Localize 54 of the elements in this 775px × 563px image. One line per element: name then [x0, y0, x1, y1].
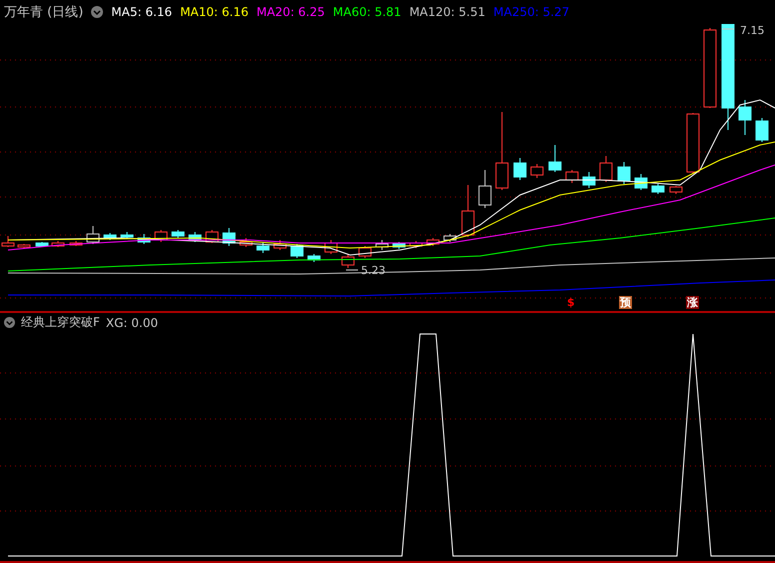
moving-average-value: MA120: 5.51 [409, 4, 486, 19]
candlestick [358, 245, 372, 258]
candlestick [652, 183, 664, 194]
candlestick [36, 241, 48, 248]
candlestick [240, 237, 252, 248]
candlestick [566, 169, 578, 184]
candlestick [154, 229, 168, 242]
leader-line [346, 269, 358, 270]
candlestick [376, 239, 388, 250]
dropdown-icon[interactable] [91, 6, 104, 18]
moving-average-value: MA60: 5.81 [332, 4, 402, 19]
high-price-label: 7.15 [740, 24, 764, 37]
candlestick [274, 239, 286, 250]
stock-title: 万年青 (日线) [4, 4, 84, 21]
candlestick [138, 233, 150, 244]
candlestick [290, 243, 304, 258]
candlestick [410, 240, 422, 248]
leader-line [722, 28, 734, 30]
candlestick [426, 237, 440, 246]
candlestick [324, 239, 338, 254]
signal-mark: $ [566, 296, 576, 309]
signal-badge: 预 [619, 296, 632, 309]
moving-average-value: MA5: 6.16 [111, 4, 172, 19]
signal-badge: 涨 [686, 296, 699, 309]
candlestick [530, 163, 544, 178]
indicator-reading: XG: 0.00 [106, 316, 158, 330]
candlestick [392, 241, 406, 250]
candlestick [462, 184, 474, 238]
candlestick [756, 117, 768, 142]
moving-average-value: MA250: 5.27 [493, 4, 570, 19]
candlestick [86, 225, 100, 244]
candlestick [478, 169, 492, 208]
candlestick [618, 161, 630, 184]
candlestick [582, 171, 596, 188]
candlestick [548, 144, 562, 172]
moving-average-value: MA20: 6.25 [256, 4, 325, 19]
candlestick [686, 112, 700, 174]
candlestick [342, 253, 354, 268]
candlestick [120, 231, 134, 240]
dropdown-icon[interactable] [4, 317, 15, 328]
candlestick [444, 233, 456, 242]
candlestick [514, 157, 526, 180]
candlestick [18, 243, 30, 248]
candlestick [670, 185, 682, 194]
candlestick [600, 155, 612, 182]
indicator-title: 经典上穿突破F [21, 314, 100, 332]
candlestick [52, 240, 64, 248]
candlestick [634, 173, 648, 190]
moving-average-value: MA10: 6.16 [180, 4, 248, 19]
candlestick [104, 232, 116, 240]
candlestick [222, 227, 236, 246]
candlestick [172, 229, 184, 238]
candlestick [256, 241, 270, 254]
candlestick [738, 99, 752, 136]
